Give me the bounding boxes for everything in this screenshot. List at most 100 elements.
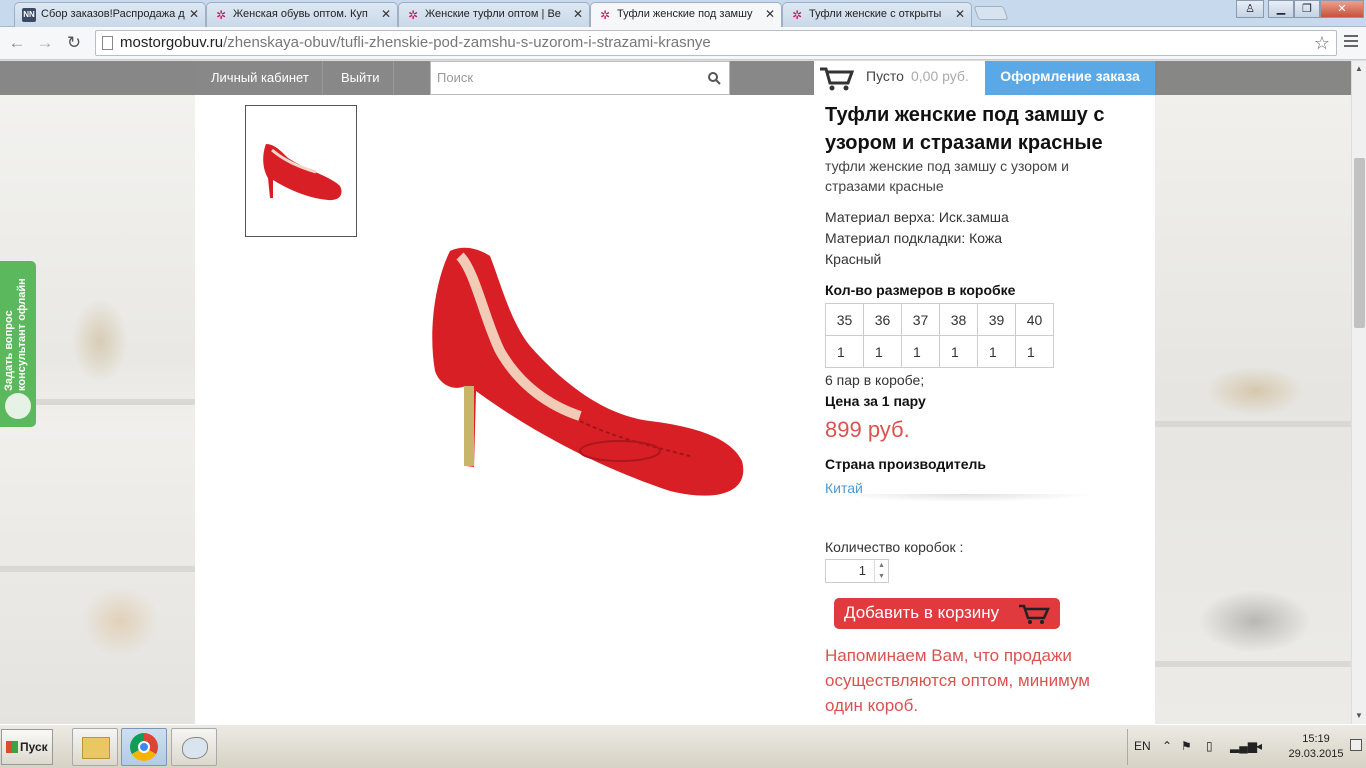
restore-button[interactable]: ❐ (1294, 0, 1320, 18)
sizes-table: 35 36 37 38 39 40 1 1 1 1 1 1 (825, 303, 1054, 368)
start-button[interactable]: Пуск (1, 729, 53, 765)
chrome-icon[interactable] (121, 728, 167, 766)
consultant-line-1: Задать вопрос (3, 310, 15, 391)
url-path: /zhenskaya-obuv/tufli-zhenskie-pod-zamsh… (223, 34, 711, 51)
country-label: Страна производитель (825, 456, 986, 472)
close-icon[interactable]: ✕ (765, 3, 775, 25)
product-main-image (420, 241, 750, 511)
flower-icon: ✲ (791, 8, 803, 22)
account-link[interactable]: Личный кабинет (198, 61, 323, 95)
close-icon[interactable]: ✕ (955, 3, 965, 25)
sizes-label: Кол-во размеров в коробке (825, 282, 1016, 298)
count-cell: 1 (863, 335, 902, 368)
url-host: mostorgobuv.ru (120, 34, 224, 51)
reload-icon[interactable]: ↻ (63, 32, 85, 54)
size-cell: 36 (863, 303, 902, 336)
forward-icon[interactable]: → (34, 32, 56, 54)
flower-icon: ✲ (215, 8, 227, 22)
count-cell: 1 (901, 335, 940, 368)
new-tab-button[interactable] (973, 6, 1009, 20)
count-cell: 1 (977, 335, 1016, 368)
size-cell: 40 (1015, 303, 1054, 336)
logout-link[interactable]: Выйти (328, 61, 394, 95)
back-icon[interactable]: ← (6, 32, 28, 54)
tray-separator (1127, 729, 1128, 765)
close-icon[interactable]: ✕ (189, 3, 199, 25)
vertical-scrollbar[interactable]: ▲ ▼ (1351, 61, 1366, 724)
tab-3[interactable]: ✲ Женские туфли оптом | Ве ✕ (398, 2, 590, 27)
consultant-label: Задать вопрос консультант офлайн (3, 278, 29, 391)
quantity-stepper[interactable]: 1 ▲ ▼ (825, 559, 889, 583)
paint-icon[interactable] (171, 728, 217, 766)
spin-arrows-icon[interactable]: ▲ ▼ (874, 560, 888, 582)
product-thumbnail[interactable] (245, 105, 357, 237)
sizes-row: 35 36 37 38 39 40 (825, 303, 1054, 336)
network-signal-icon[interactable]: ▂▄▆ (1230, 725, 1257, 768)
show-hidden-icons[interactable]: ⌃ (1162, 725, 1172, 768)
windows-logo-icon (6, 741, 18, 753)
tab-1[interactable]: NN Сбор заказов!Распродажа д ✕ (14, 2, 206, 27)
notification-icon[interactable] (1350, 739, 1362, 751)
divider (835, 494, 1095, 502)
tab-4-active[interactable]: ✲ Туфли женские под замшу ✕ (590, 2, 782, 28)
user-icon[interactable]: ♙ (1236, 0, 1264, 18)
battery-icon[interactable]: ▯ (1206, 725, 1213, 768)
material-top: Материал верха: Иск.замша (825, 209, 1009, 225)
site-top-nav: Личный кабинет Выйти Поиск Пусто 0,00 ру… (0, 61, 1351, 95)
tab-5-title: Туфли женские с открыты (809, 8, 942, 20)
close-icon[interactable]: ✕ (573, 3, 583, 25)
clock-date: 29.03.2015 (1288, 748, 1344, 760)
tab-5[interactable]: ✲ Туфли женские с открыты ✕ (782, 2, 972, 27)
close-window-button[interactable]: ✕ (1320, 0, 1364, 18)
consultant-line-2: консультант офлайн (16, 278, 28, 391)
material-lining: Материал подкладки: Кожа (825, 230, 1003, 246)
explorer-icon[interactable] (72, 728, 118, 766)
tab-2-title: Женская обувь оптом. Куп (233, 8, 368, 20)
cart-status: Пусто (866, 68, 904, 84)
close-icon[interactable]: ✕ (381, 3, 391, 25)
scroll-down-icon[interactable]: ▼ (1355, 711, 1363, 720)
consultant-widget[interactable]: Задать вопрос консультант офлайн (0, 261, 36, 427)
tab-1-title: Сбор заказов!Распродажа д (41, 8, 185, 20)
add-to-cart-label: Добавить в корзину (844, 603, 1000, 622)
minimize-button[interactable]: ▁ (1268, 0, 1294, 18)
count-cell: 1 (825, 335, 864, 368)
tab-3-title: Женские туфли оптом | Ве (425, 8, 561, 20)
search-placeholder: Поиск (437, 70, 474, 85)
checkout-button[interactable]: Оформление заказа (985, 61, 1155, 95)
search-input[interactable]: Поиск (430, 61, 730, 95)
bookmark-star-icon[interactable]: ☆ (1314, 31, 1330, 55)
language-indicator[interactable]: EN (1134, 725, 1151, 768)
nn-icon: NN (22, 8, 36, 22)
qty-value: 1 (858, 563, 866, 578)
count-cell: 1 (939, 335, 978, 368)
browser-tab-strip: NN Сбор заказов!Распродажа д ✕ ✲ Женская… (0, 0, 1366, 28)
page-icon (102, 36, 113, 50)
product-specs: Материал верха: Иск.замша Материал подкл… (825, 207, 1125, 301)
size-cell: 37 (901, 303, 940, 336)
wholesale-notice: Напоминаем Вам, что продажи осуществляют… (825, 646, 1090, 715)
address-bar[interactable]: mostorgobuv.ru/zhenskaya-obuv/tufli-zhen… (95, 30, 1337, 56)
scrollbar-thumb[interactable] (1354, 158, 1365, 328)
size-cell: 38 (939, 303, 978, 336)
system-clock[interactable]: 15:19 29.03.2015 (1284, 732, 1348, 762)
search-icon[interactable] (708, 72, 721, 85)
price-block: 6 пар в коробе; Цена за 1 пару 899 руб. … (825, 370, 1125, 499)
tab-2[interactable]: ✲ Женская обувь оптом. Куп ✕ (206, 2, 398, 27)
product-subtitle: туфли женские под замшу с узором и страз… (825, 158, 1069, 194)
background-right-shelves (1155, 61, 1351, 724)
volume-icon[interactable]: ◂ (1256, 725, 1262, 768)
flower-icon: ✲ (599, 8, 611, 22)
size-cell: 35 (825, 303, 864, 336)
product-title: Туфли женские под замшу с узором и страз… (825, 104, 1105, 154)
qty-label: Количество коробок : (825, 539, 964, 555)
mini-cart[interactable]: Пусто 0,00 руб. (814, 61, 985, 95)
start-label: Пуск (20, 740, 48, 754)
page-viewport: Личный кабинет Выйти Поиск Пусто 0,00 ру… (0, 61, 1351, 724)
flower-icon: ✲ (407, 8, 419, 22)
action-center-flag-icon[interactable]: ⚑ (1181, 725, 1192, 768)
scroll-up-icon[interactable]: ▲ (1355, 64, 1363, 73)
chrome-menu-icon[interactable] (1344, 35, 1358, 49)
add-to-cart-button[interactable]: Добавить в корзину (834, 598, 1060, 629)
pairs-in-box: 6 пар в коробе; (825, 372, 925, 388)
